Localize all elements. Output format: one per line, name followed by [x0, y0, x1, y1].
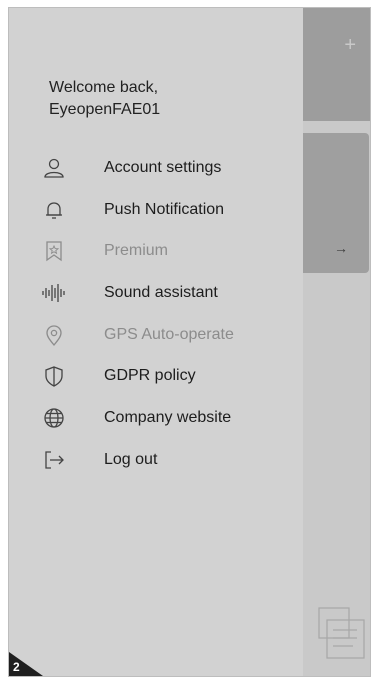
menu-item-premium[interactable]: Premium [9, 230, 303, 272]
username: EyeopenFAE01 [49, 101, 161, 118]
menu-item-company-website[interactable]: Company website [9, 397, 303, 439]
add-icon: + [344, 34, 356, 56]
menu-label: Log out [104, 450, 158, 468]
menu-item-gdpr-policy[interactable]: GDPR policy [9, 355, 303, 397]
menu-label: GPS Auto-operate [104, 325, 234, 343]
document-illustration-icon [318, 607, 365, 659]
menu-label: Push Notification [104, 200, 225, 218]
bookmark-star-icon [41, 238, 67, 264]
menu-label: Premium [104, 242, 169, 260]
globe-icon [41, 405, 67, 431]
menu-item-account-settings[interactable]: Account settings [9, 147, 303, 189]
shield-icon [41, 363, 67, 389]
menu-item-sound-assistant[interactable]: Sound assistant [9, 272, 303, 314]
drawer-menu: Account settings Push Notification Premi… [9, 147, 303, 481]
person-icon [41, 155, 67, 181]
welcome-greeting: Welcome back, [49, 79, 159, 96]
menu-label: Account settings [104, 158, 222, 176]
bell-icon [41, 197, 67, 223]
screen-frame: + → Welcome back, EyeopenFAE01 Account s… [8, 7, 371, 677]
logout-icon [41, 447, 67, 473]
location-pin-icon [41, 322, 67, 348]
arrow-right-icon: → [334, 240, 348, 256]
menu-item-push-notification[interactable]: Push Notification [9, 189, 303, 231]
menu-item-gps-auto-operate[interactable]: GPS Auto-operate [9, 314, 303, 356]
menu-label: Sound assistant [104, 283, 218, 301]
page-number: 2 [13, 660, 20, 674]
navigation-drawer: Welcome back, EyeopenFAE01 Account setti… [9, 8, 303, 676]
menu-label: Company website [104, 408, 232, 426]
sound-wave-icon [41, 280, 67, 306]
menu-item-log-out[interactable]: Log out [9, 439, 303, 481]
welcome-message: Welcome back, EyeopenFAE01 [49, 77, 289, 121]
menu-label: GDPR policy [104, 367, 196, 385]
